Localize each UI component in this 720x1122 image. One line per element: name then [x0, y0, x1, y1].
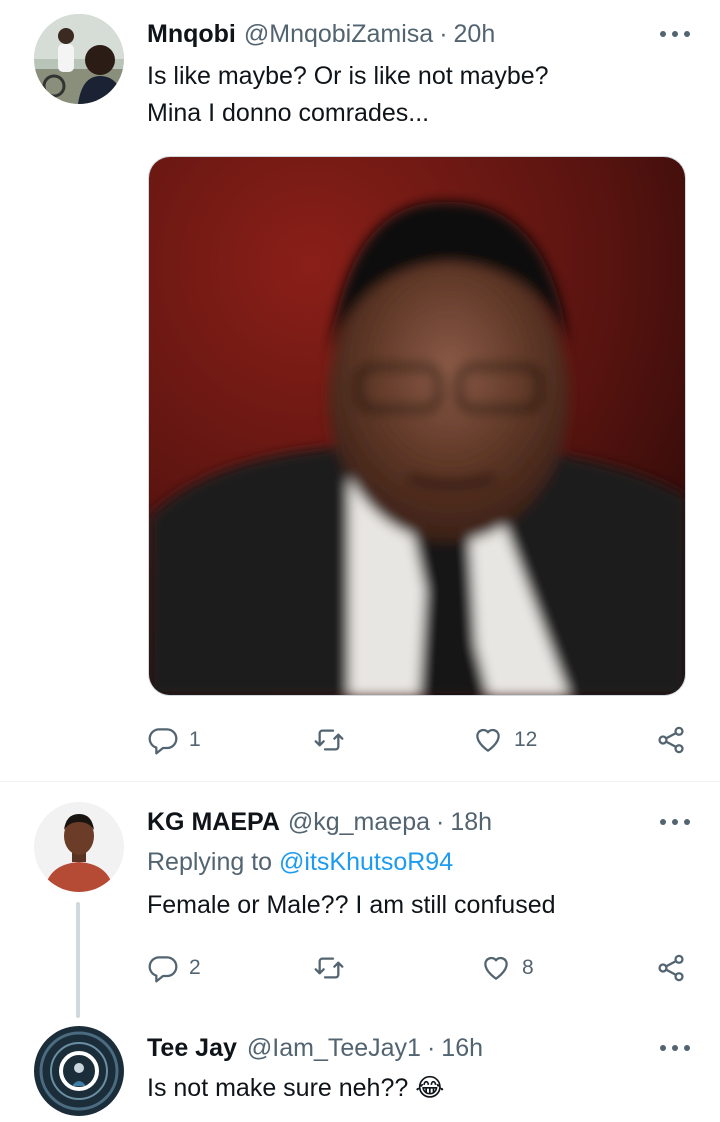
- tweet-kg-maepa[interactable]: KG MAEPA @kg_maepa · 18h Replying to @it…: [0, 782, 720, 1018]
- tweet-media-image[interactable]: [148, 156, 686, 696]
- replying-to: Replying to @itsKhutsoR94: [147, 844, 556, 881]
- retweet-icon: [314, 957, 344, 979]
- share-icon: [658, 726, 684, 754]
- tweet-tee-jay[interactable]: Tee Jay @Iam_TeeJay1 · 16h Is not make s…: [0, 1018, 720, 1122]
- reply-button[interactable]: 1: [147, 720, 201, 760]
- heart-icon: [476, 728, 500, 752]
- timestamp[interactable]: 16h: [441, 1034, 483, 1063]
- retweet-button[interactable]: [313, 720, 355, 760]
- reply-icon: [148, 728, 178, 755]
- separator: ·: [436, 807, 445, 836]
- heart-icon: [484, 956, 508, 980]
- like-count: 8: [522, 956, 534, 979]
- retweet-button[interactable]: [313, 948, 355, 988]
- tweet-text: Is like maybe? Or is like not maybe? Min…: [147, 58, 549, 132]
- tweet-text: Is not make sure neh?? 😂: [147, 1070, 444, 1107]
- avatar[interactable]: [34, 802, 124, 892]
- like-button[interactable]: 8: [480, 948, 534, 988]
- like-button[interactable]: 12: [472, 720, 537, 760]
- reply-icon: [148, 956, 178, 983]
- tweet-mnqobi[interactable]: Mnqobi @MnqobiZamisa · 20h Is like maybe…: [0, 0, 720, 780]
- share-button[interactable]: [655, 948, 687, 988]
- reply-button[interactable]: 2: [147, 948, 201, 988]
- more-icon[interactable]: [660, 806, 690, 838]
- share-button[interactable]: [655, 720, 687, 760]
- author-handle[interactable]: @Iam_TeeJay1: [247, 1034, 421, 1063]
- separator: ·: [439, 19, 448, 48]
- author-name[interactable]: Mnqobi: [147, 20, 236, 49]
- like-count: 12: [514, 728, 538, 751]
- separator: ·: [426, 1033, 436, 1062]
- tweet-body: Replying to @itsKhutsoR94 Female or Male…: [147, 844, 556, 924]
- more-icon[interactable]: [660, 1032, 690, 1064]
- avatar[interactable]: [34, 1026, 124, 1116]
- tweet-text-line: Mina I donno comrades...: [147, 99, 430, 127]
- reply-count: 2: [189, 956, 201, 979]
- replying-to-prefix: Replying to: [147, 848, 280, 876]
- timestamp[interactable]: 18h: [450, 808, 492, 837]
- author-handle[interactable]: @MnqobiZamisa: [244, 20, 433, 49]
- avatar[interactable]: [34, 14, 124, 104]
- retweet-icon: [314, 729, 344, 751]
- author-name[interactable]: Tee Jay: [147, 1034, 237, 1063]
- author-handle[interactable]: @kg_maepa: [288, 808, 430, 837]
- tweet-text-line: Is like maybe? Or is like not maybe?: [147, 62, 549, 90]
- author-name[interactable]: KG MAEPA: [147, 808, 280, 837]
- tweet-text-line: Is not make sure neh?? 😂: [147, 1074, 445, 1102]
- reply-count: 1: [189, 728, 201, 751]
- tweet-text-line: Female or Male?? I am still confused: [147, 891, 556, 919]
- replying-to-mention[interactable]: @itsKhutsoR94: [279, 848, 453, 876]
- thread-connector: [76, 902, 80, 1018]
- timestamp[interactable]: 20h: [454, 20, 496, 49]
- share-icon: [658, 954, 684, 982]
- more-icon[interactable]: [660, 18, 690, 50]
